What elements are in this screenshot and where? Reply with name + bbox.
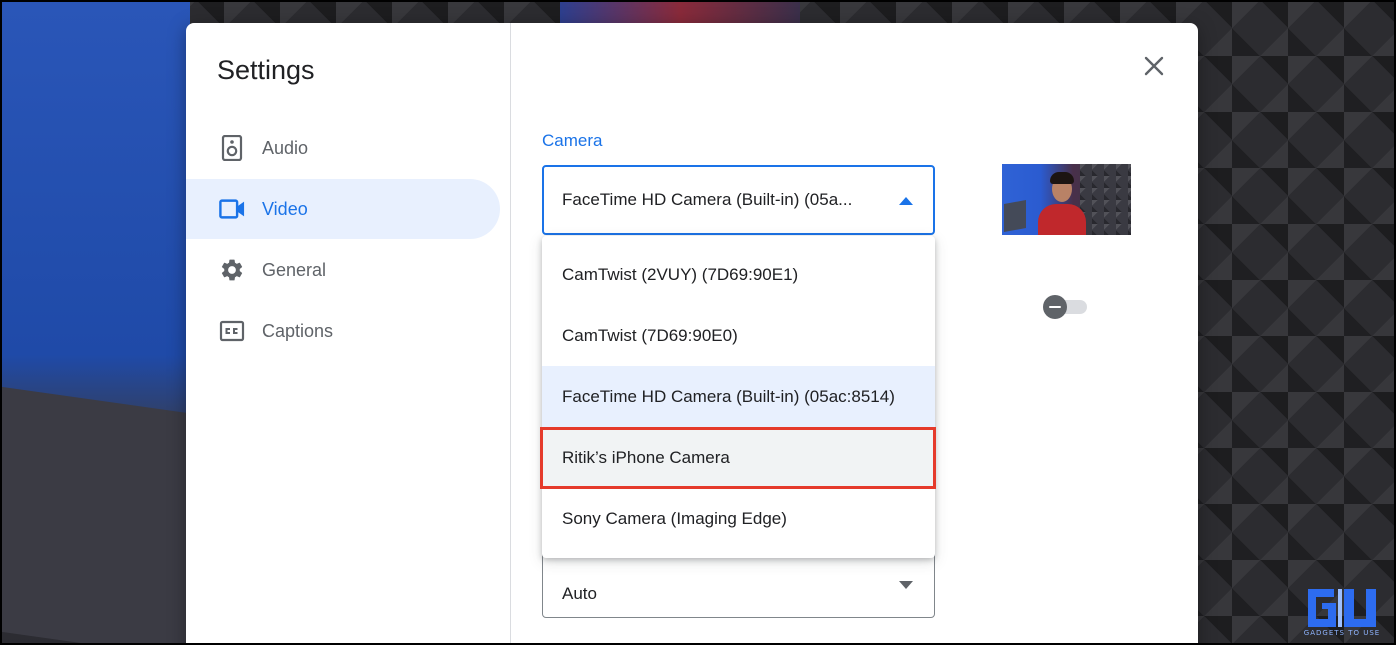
settings-sidebar: Settings Audio Video General Captions xyxy=(186,23,511,645)
nav-label-general: General xyxy=(262,259,327,280)
camera-option-label: Sony Camera (Imaging Edge) xyxy=(562,508,787,528)
frame-border-top xyxy=(0,0,1396,2)
close-button[interactable] xyxy=(1138,50,1170,82)
watermark: GADGETS TO USE xyxy=(1302,585,1382,643)
nav-item-general[interactable]: General xyxy=(186,240,500,300)
frame-border-left xyxy=(0,0,2,645)
preview-person-hair xyxy=(1050,172,1074,184)
closed-captions-icon xyxy=(219,318,245,344)
camera-option-label: Ritik’s iPhone Camera xyxy=(562,447,730,467)
camera-select[interactable]: FaceTime HD Camera (Built-in) (05a... xyxy=(542,165,935,235)
camera-option-label: CamTwist (2VUY) (7D69:90E1) xyxy=(562,264,799,284)
nav-label-video: Video xyxy=(262,198,308,219)
resolution-select[interactable]: Auto xyxy=(542,548,935,618)
camera-option[interactable]: CamTwist (7D69:90E0) xyxy=(542,305,935,366)
camera-dropdown-menu: CamTwist (2VUY) (7D69:90E1) CamTwist (7D… xyxy=(540,236,936,558)
camera-label: Camera xyxy=(542,131,603,150)
preview-sign xyxy=(1004,200,1026,232)
nav-item-audio[interactable]: Audio xyxy=(186,118,500,178)
background-sign xyxy=(0,386,190,645)
camera-option-label: CamTwist (7D69:90E0) xyxy=(562,325,738,345)
gear-icon xyxy=(219,257,245,283)
speaker-icon xyxy=(219,135,245,161)
nav-label-captions: Captions xyxy=(262,320,334,341)
camera-option[interactable]: Sony Camera (Imaging Edge) xyxy=(542,488,935,549)
minus-icon xyxy=(1049,306,1061,308)
camera-option-label: FaceTime HD Camera (Built-in) (05ac:8514… xyxy=(562,386,895,406)
camera-preview xyxy=(1002,164,1131,235)
arrow-up-icon xyxy=(899,197,913,205)
videocam-icon xyxy=(219,196,245,222)
watermark-text: GADGETS TO USE xyxy=(1303,629,1381,637)
nav-item-video[interactable]: Video xyxy=(186,179,500,239)
camera-select-value: FaceTime HD Camera (Built-in) (05a... xyxy=(562,190,853,209)
nav-label-audio: Audio xyxy=(262,137,309,158)
camera-option-highlighted[interactable]: Ritik’s iPhone Camera xyxy=(540,427,936,489)
preview-wall xyxy=(1080,164,1131,235)
watermark-logo-icon xyxy=(1308,589,1376,627)
settings-nav: Audio Video General Captions xyxy=(186,118,500,362)
dialog-title: Settings xyxy=(217,55,315,85)
resolution-select-value: Auto xyxy=(562,584,597,603)
camera-option[interactable]: CamTwist (2VUY) (7D69:90E1) xyxy=(542,244,935,305)
toggle-knob xyxy=(1043,295,1067,319)
nav-item-captions[interactable]: Captions xyxy=(186,301,500,361)
close-icon xyxy=(1144,56,1164,76)
preview-person-body xyxy=(1038,204,1086,235)
arrow-down-icon xyxy=(899,581,913,589)
video-toggle[interactable] xyxy=(1043,295,1089,319)
camera-option-selected[interactable]: FaceTime HD Camera (Built-in) (05ac:8514… xyxy=(542,366,935,427)
